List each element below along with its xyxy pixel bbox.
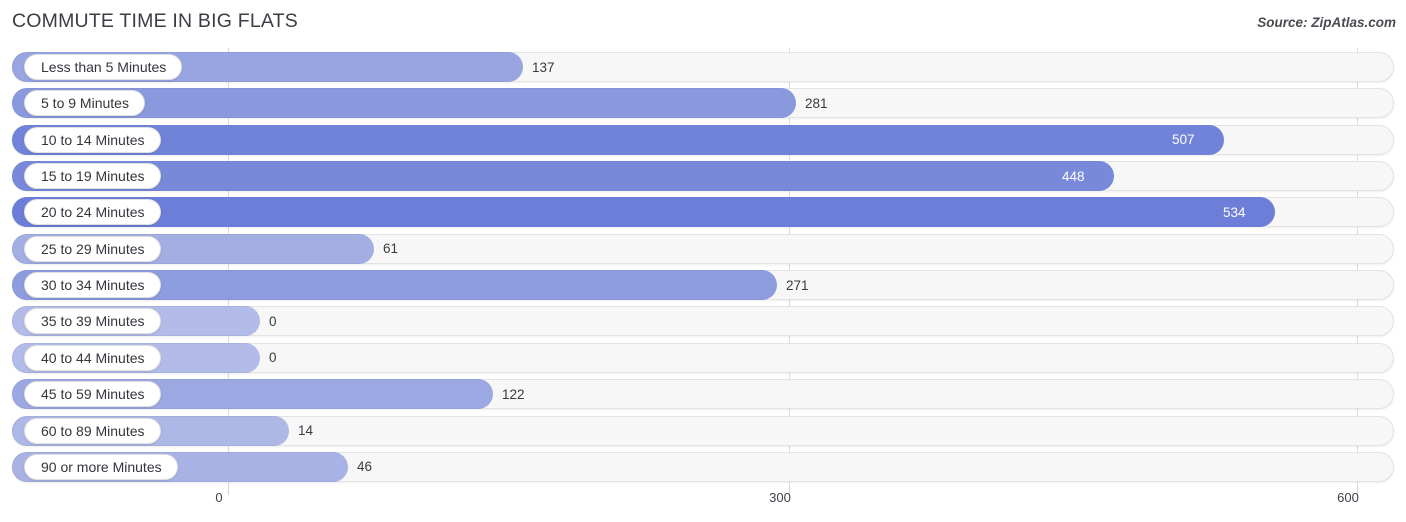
category-label-pill: 40 to 44 Minutes (24, 344, 161, 371)
category-label-pill: 45 to 59 Minutes (24, 381, 161, 408)
category-label-text: 90 or more Minutes (41, 458, 162, 475)
chart-page: COMMUTE TIME IN BIG FLATS Source: ZipAtl… (0, 0, 1406, 522)
category-label-pill: 10 to 14 Minutes (24, 126, 161, 153)
bar-row[interactable]: 5 to 9 Minutes 281 (12, 88, 1394, 119)
category-label-pill: 60 to 89 Minutes (24, 417, 161, 444)
plot-area: Less than 5 Minutes 137 5 to 9 Minutes 281 1… (0, 48, 1406, 486)
bar-value-label: 0 (269, 350, 277, 366)
bar-value-label: 281 (805, 95, 828, 111)
axis-tick-label: 600 (1337, 490, 1359, 505)
bar-value-label: 271 (786, 277, 809, 293)
category-label-pill: 15 to 19 Minutes (24, 163, 161, 190)
category-label-text: 35 to 39 Minutes (41, 313, 145, 330)
bar-fill[interactable] (12, 124, 1224, 155)
category-label-pill: 35 to 39 Minutes (24, 308, 161, 335)
bar-row[interactable]: 35 to 39 Minutes 0 (12, 306, 1394, 337)
category-label-text: 60 to 89 Minutes (41, 422, 145, 439)
bar-row[interactable]: Less than 5 Minutes 137 (12, 52, 1394, 82)
bar-value-label: 14 (298, 423, 314, 438)
axis-tick-label: 0 (215, 490, 223, 505)
bar-value-label: 507 (1172, 132, 1195, 148)
bar-value-label: 61 (383, 241, 399, 257)
category-label-pill: 5 to 9 Minutes (24, 90, 145, 117)
bar-row[interactable]: 20 to 24 Minutes 534 (12, 197, 1394, 228)
bar-value-label: 0 (269, 313, 277, 329)
bar-value-label: 122 (502, 386, 525, 402)
bar-fill[interactable] (12, 161, 1114, 192)
category-label-pill: 25 to 29 Minutes (24, 235, 161, 262)
category-label-text: 10 to 14 Minutes (41, 131, 145, 148)
bar-value-label: 534 (1223, 204, 1246, 220)
bar-row[interactable]: 60 to 89 Minutes 14 (12, 415, 1394, 446)
category-label-text: 40 to 44 Minutes (41, 349, 145, 366)
bar-row[interactable]: 90 or more Minutes 46 (12, 451, 1394, 482)
category-label-text: Less than 5 Minutes (41, 59, 167, 75)
bar-value-label: 46 (357, 459, 373, 475)
category-label-text: 30 to 34 Minutes (41, 277, 145, 294)
category-label-pill: 20 to 24 Minutes (24, 199, 161, 226)
axis-tick (228, 486, 229, 495)
bar-row[interactable]: 25 to 29 Minutes 61 (12, 233, 1394, 264)
category-label-text: 5 to 9 Minutes (41, 95, 129, 112)
page-title: COMMUTE TIME IN BIG FLATS (12, 10, 298, 32)
category-label-pill: Less than 5 Minutes (24, 54, 183, 80)
bar-row[interactable]: 40 to 44 Minutes 0 (12, 342, 1394, 373)
category-label-text: 20 to 24 Minutes (41, 204, 145, 221)
bar-row[interactable]: 45 to 59 Minutes 122 (12, 379, 1394, 410)
category-label-text: 25 to 29 Minutes (41, 240, 145, 257)
category-label-text: 45 to 59 Minutes (41, 386, 145, 403)
axis-tick-label: 300 (769, 490, 791, 505)
bar-value-label: 137 (532, 59, 555, 75)
bar-row[interactable]: 30 to 34 Minutes 271 (12, 270, 1394, 301)
category-label-pill: 90 or more Minutes (24, 453, 178, 480)
bar-value-label: 448 (1062, 168, 1085, 184)
bar-fill[interactable] (12, 197, 1275, 228)
bar-row[interactable]: 15 to 19 Minutes 448 (12, 161, 1394, 192)
x-axis: 0 300 600 (0, 486, 1406, 522)
category-label-text: 15 to 19 Minutes (41, 168, 145, 185)
category-label-pill: 30 to 34 Minutes (24, 272, 161, 299)
source-attribution: Source: ZipAtlas.com (1257, 15, 1396, 30)
bar-row[interactable]: 10 to 14 Minutes 507 (12, 124, 1394, 155)
